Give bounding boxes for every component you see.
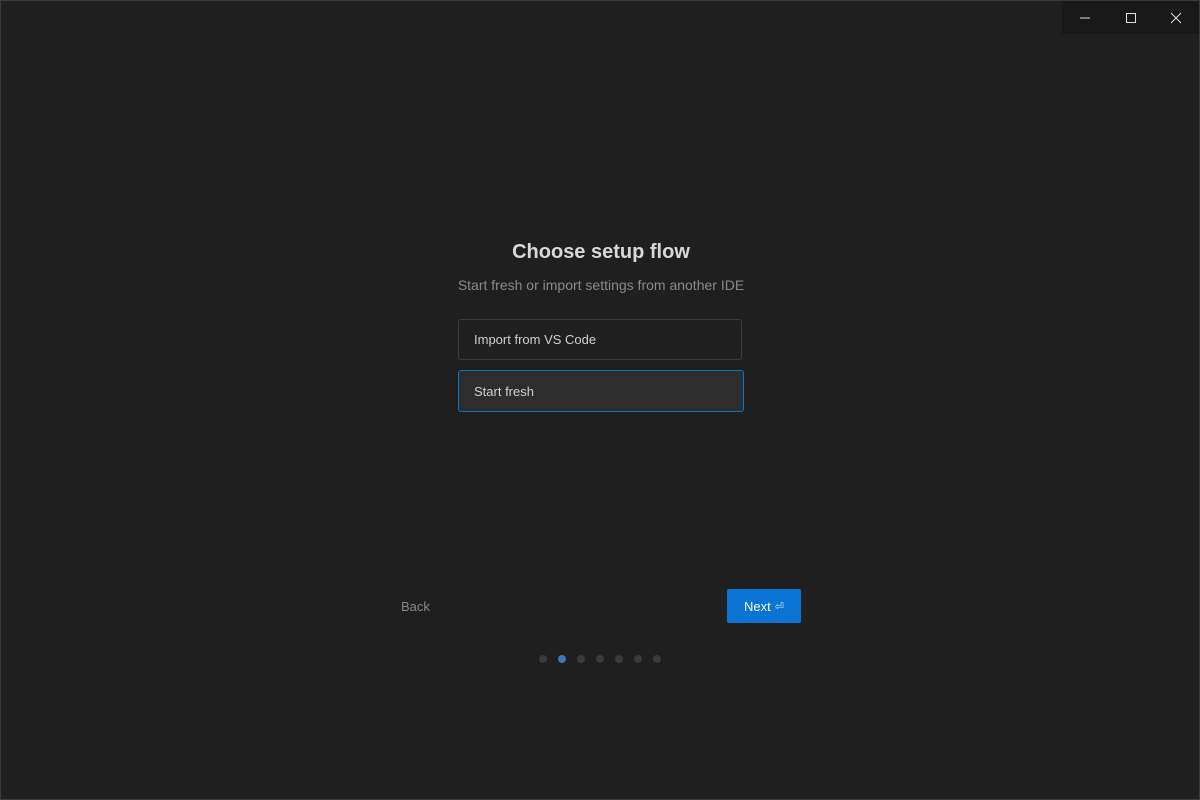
window-controls: [1062, 1, 1199, 34]
close-icon: [1170, 12, 1182, 24]
next-label: Next: [744, 598, 771, 614]
step-dot: [653, 655, 661, 663]
option-label: Start fresh: [474, 383, 534, 399]
step-dot: [634, 655, 642, 663]
page-subtitle: Start fresh or import settings from anot…: [457, 277, 745, 293]
step-dot-active: [558, 655, 566, 663]
minimize-button[interactable]: [1062, 1, 1108, 34]
step-dot: [615, 655, 623, 663]
option-label: Import from VS Code: [474, 332, 597, 347]
close-button[interactable]: [1153, 1, 1199, 34]
page-title: Choose setup flow: [512, 241, 690, 263]
setup-window: Choose setup flow Start fresh or import …: [0, 0, 1200, 800]
step-dot: [596, 655, 604, 663]
maximize-icon: [1125, 12, 1137, 24]
step-dot: [577, 655, 585, 663]
next-button[interactable]: Next ⏎: [727, 589, 801, 623]
step-indicator: [539, 655, 661, 663]
enter-key-icon: ⏎: [774, 600, 784, 613]
back-button[interactable]: Back: [401, 599, 430, 614]
maximize-button[interactable]: [1108, 1, 1154, 34]
option-start-fresh[interactable]: Start fresh: [458, 370, 744, 412]
option-import-vscode[interactable]: Import from VS Code: [458, 319, 742, 360]
minimize-icon: [1079, 12, 1091, 24]
step-dot: [539, 655, 547, 663]
